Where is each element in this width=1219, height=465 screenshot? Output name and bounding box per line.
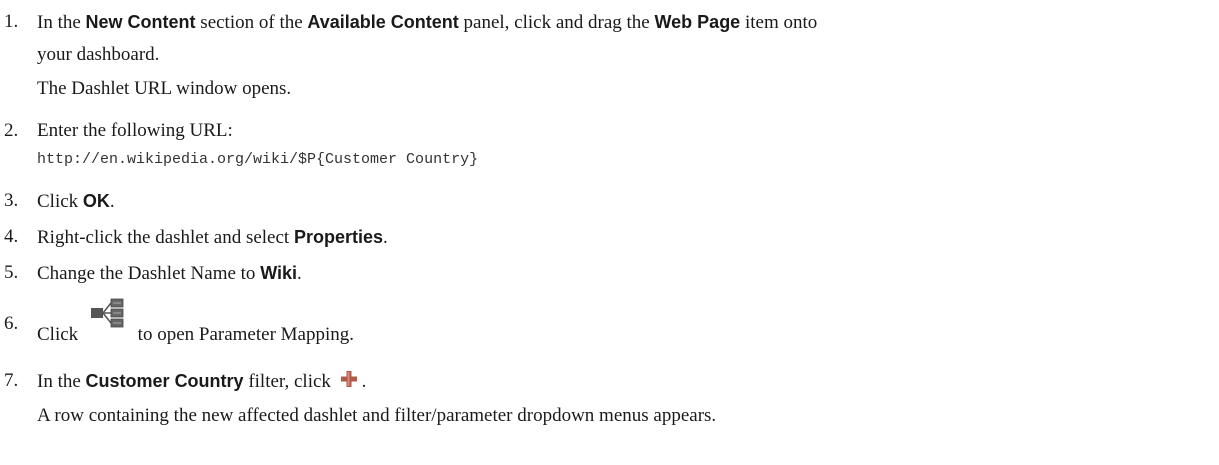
step-number: 7. [4,370,19,391]
step-body: Click OK. [37,189,1211,214]
step-body: Click to open Parameter Mapping. [37,298,1211,352]
step-number: 2. [4,120,19,141]
properties-label: Properties [293,227,383,247]
step-text: Click OK. [37,191,115,212]
ok-label: OK [82,191,110,211]
step-result: The Dashlet URL window opens. [37,78,292,99]
step-text: Right-click the dashlet and select Prope… [37,227,388,248]
step-text: Change the Dashlet Name to Wiki. [37,263,302,284]
ui-label: New Content [85,12,196,32]
step-number: 6. [4,313,19,334]
step-text: Click to open Parameter Mapping. [37,298,1211,352]
customer-country-label: Customer Country [85,371,244,391]
step-body: In the New Content section of the Availa… [37,10,1211,101]
url-code: http://en.wikipedia.org/wiki/$P{Customer… [37,151,479,168]
step-text-continued: your dashboard. [37,44,160,65]
step-number: 1. [4,11,19,32]
step-number: 5. [4,262,19,283]
wiki-label: Wiki [260,263,298,283]
step-body: Right-click the dashlet and select Prope… [37,225,1211,250]
step-text: In the New Content section of the Availa… [37,12,818,33]
step-body: Change the Dashlet Name to Wiki. [37,261,1211,286]
ui-label: Web Page [654,12,741,32]
parameter-mapping-icon [90,298,124,328]
step-text: Enter the following URL: [37,120,233,141]
step-number: 3. [4,190,19,211]
add-plus-icon [340,371,357,387]
ui-label: Available Content [307,12,459,32]
step-number: 4. [4,226,19,247]
step-result: A row containing the new affected dashle… [37,405,717,426]
step-text: In the Customer Country filter, click . [37,371,367,392]
step-body: Enter the following URL: http://en.wikip… [37,119,1211,172]
step-body: In the Customer Country filter, click . … [37,369,1211,428]
